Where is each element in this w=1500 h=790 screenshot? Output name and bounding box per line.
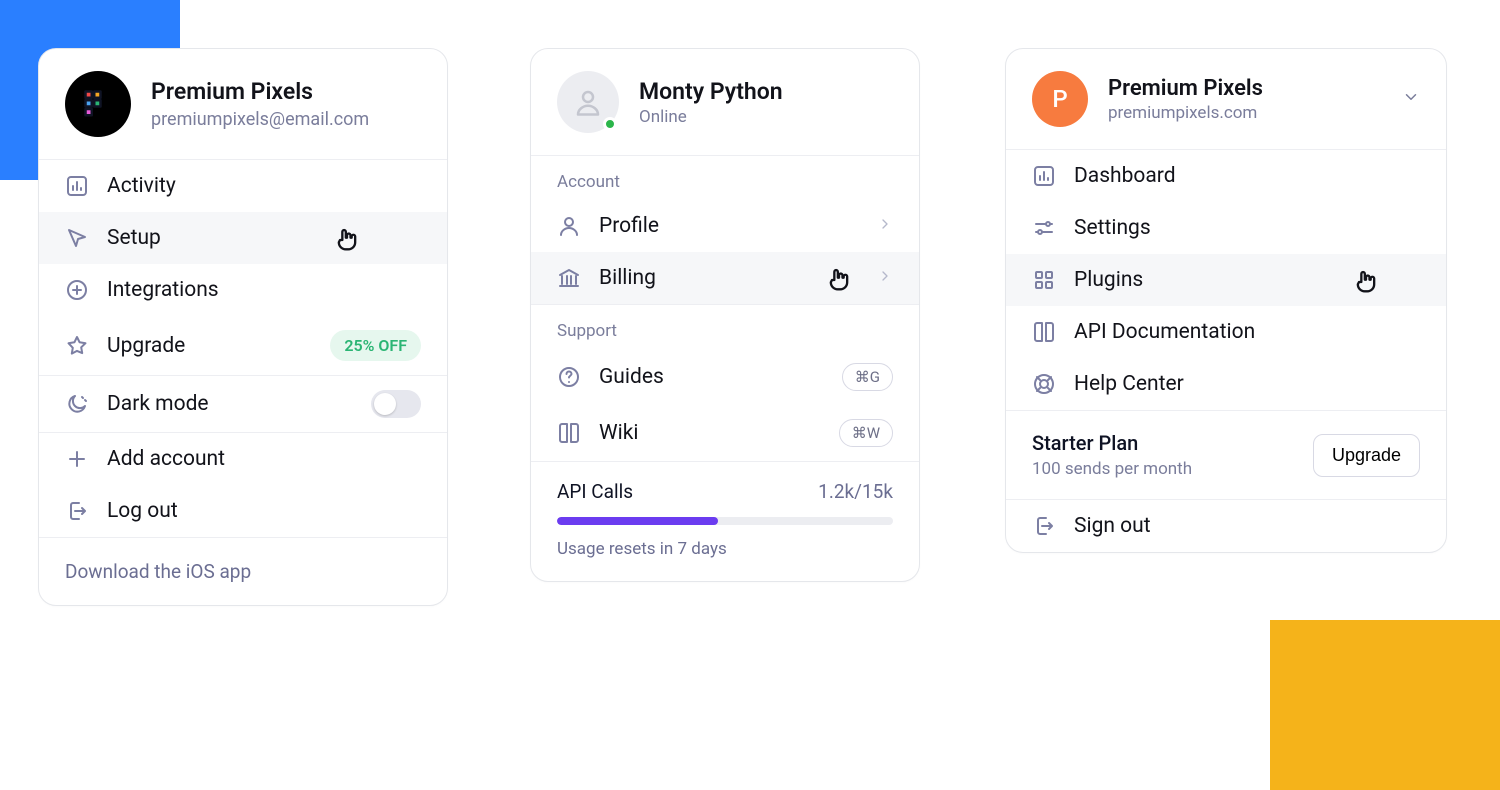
- usage-count: 1.2k/15k: [818, 480, 893, 503]
- menu-item-profile[interactable]: Profile: [531, 200, 919, 252]
- menu-item-settings[interactable]: Settings: [1006, 202, 1446, 254]
- menu-panel-user: Monty Python Online Account Profile Bill…: [530, 48, 920, 582]
- decoration-orange-square: [1270, 620, 1500, 790]
- api-usage-section: API Calls 1.2k/15k Usage resets in 7 day…: [531, 462, 919, 581]
- menu-item-label: Help Center: [1074, 372, 1184, 396]
- workspace-title: Premium Pixels: [1108, 76, 1263, 101]
- menu-item-label: Log out: [107, 499, 178, 523]
- user-name: Monty Python: [639, 78, 783, 105]
- menu-panel-workspace: P Premium Pixels premiumpixels.com Dashb…: [1005, 48, 1447, 553]
- menu-item-label: API Documentation: [1074, 320, 1255, 344]
- menu-item-label: Setup: [107, 226, 161, 250]
- plan-section: Starter Plan 100 sends per month Upgrade: [1006, 411, 1446, 499]
- menu-item-log-out[interactable]: Log out: [39, 485, 447, 537]
- plan-title: Starter Plan: [1032, 431, 1192, 455]
- user-status: Online: [639, 107, 783, 127]
- menu-item-label: Billing: [599, 266, 656, 290]
- lifebuoy-icon: [1032, 372, 1056, 396]
- menu-item-label: Dashboard: [1074, 164, 1176, 188]
- usage-progress-fill: [557, 517, 718, 525]
- menu-item-api-docs[interactable]: API Documentation: [1006, 306, 1446, 358]
- section-label-account: Account: [531, 156, 919, 200]
- hand-cursor-icon: [333, 226, 361, 254]
- star-icon: [65, 334, 89, 358]
- account-email: premiumpixels@email.com: [151, 109, 369, 130]
- sliders-icon: [1032, 216, 1056, 240]
- pixel-logo-icon: [83, 89, 113, 119]
- menu-item-plugins[interactable]: Plugins: [1006, 254, 1446, 306]
- grid-icon: [1032, 268, 1056, 292]
- help-icon: [557, 365, 581, 389]
- menu-item-sign-out[interactable]: Sign out: [1006, 500, 1446, 552]
- menu-item-billing[interactable]: Billing: [531, 252, 919, 304]
- discount-badge: 25% OFF: [330, 330, 421, 361]
- menu-item-upgrade[interactable]: Upgrade 25% OFF: [39, 316, 447, 375]
- account-title: Premium Pixels: [151, 78, 369, 105]
- menu-item-setup[interactable]: Setup: [39, 212, 447, 264]
- logout-icon: [1032, 514, 1056, 538]
- section-label-support: Support: [531, 305, 919, 349]
- person-icon: [573, 87, 603, 117]
- keyboard-shortcut: ⌘G: [842, 363, 893, 391]
- keyboard-shortcut: ⌘W: [839, 419, 893, 447]
- menu-item-activity[interactable]: Activity: [39, 160, 447, 212]
- menu-panel-account: Premium Pixels premiumpixels@email.com A…: [38, 48, 448, 606]
- menu-item-label: Sign out: [1074, 514, 1151, 538]
- plus-circle-icon: [65, 278, 89, 302]
- menu-item-add-account[interactable]: Add account: [39, 433, 447, 485]
- book-icon: [557, 421, 581, 445]
- workspace-avatar: P: [1032, 71, 1088, 127]
- usage-progress-track: [557, 517, 893, 525]
- avatar-logo: [65, 71, 131, 137]
- menu-item-label: Settings: [1074, 216, 1151, 240]
- menu-item-label: Add account: [107, 447, 225, 471]
- usage-title: API Calls: [557, 480, 633, 503]
- menu-item-label: Dark mode: [107, 392, 209, 416]
- chevron-right-icon: [877, 214, 893, 238]
- plan-subtitle: 100 sends per month: [1032, 459, 1192, 479]
- download-ios-link[interactable]: Download the iOS app: [39, 538, 447, 605]
- user-icon: [557, 214, 581, 238]
- moon-icon: [65, 392, 89, 416]
- cursor-icon: [65, 226, 89, 250]
- menu-item-help-center[interactable]: Help Center: [1006, 358, 1446, 410]
- menu-item-label: Plugins: [1074, 268, 1143, 292]
- menu-item-label: Integrations: [107, 278, 219, 302]
- menu-item-label: Activity: [107, 174, 176, 198]
- book-icon: [1032, 320, 1056, 344]
- bank-icon: [557, 266, 581, 290]
- menu-item-label: Profile: [599, 214, 659, 238]
- chart-icon: [1032, 164, 1056, 188]
- menu-item-dashboard[interactable]: Dashboard: [1006, 150, 1446, 202]
- menu-item-wiki[interactable]: Wiki ⌘W: [531, 405, 919, 461]
- menu-item-integrations[interactable]: Integrations: [39, 264, 447, 316]
- menu-item-label: Wiki: [599, 421, 639, 445]
- chevron-right-icon: [877, 266, 893, 290]
- menu-item-dark-mode[interactable]: Dark mode: [39, 376, 447, 432]
- hand-cursor-icon: [825, 266, 853, 294]
- menu-item-guides[interactable]: Guides ⌘G: [531, 349, 919, 405]
- workspace-domain: premiumpixels.com: [1108, 103, 1263, 123]
- chevron-down-icon[interactable]: [1402, 88, 1420, 110]
- menu-item-label: Guides: [599, 365, 664, 389]
- status-indicator: [603, 117, 617, 131]
- menu-item-label: Upgrade: [107, 334, 185, 358]
- usage-reset-note: Usage resets in 7 days: [557, 539, 893, 559]
- upgrade-button[interactable]: Upgrade: [1313, 434, 1420, 477]
- dark-mode-toggle[interactable]: [371, 390, 421, 418]
- user-avatar: [557, 71, 619, 133]
- hand-cursor-icon: [1352, 268, 1380, 296]
- activity-icon: [65, 174, 89, 198]
- plus-icon: [65, 447, 89, 471]
- logout-icon: [65, 499, 89, 523]
